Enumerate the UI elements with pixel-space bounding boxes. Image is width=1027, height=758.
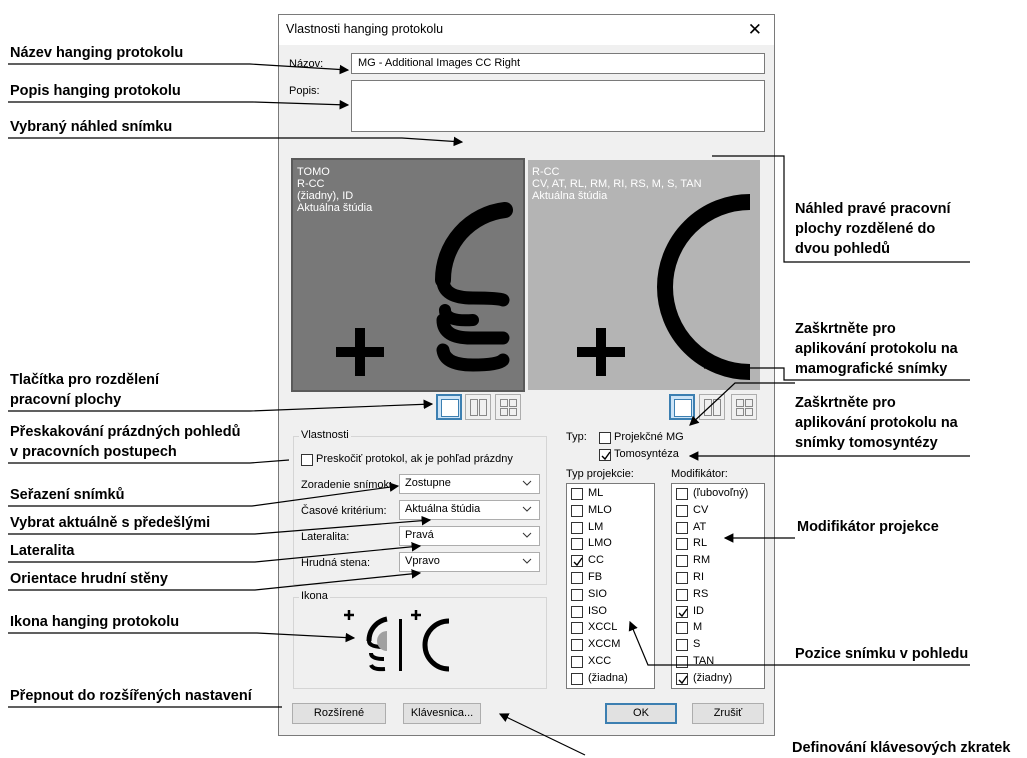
callout-lines — [8, 63, 970, 756]
